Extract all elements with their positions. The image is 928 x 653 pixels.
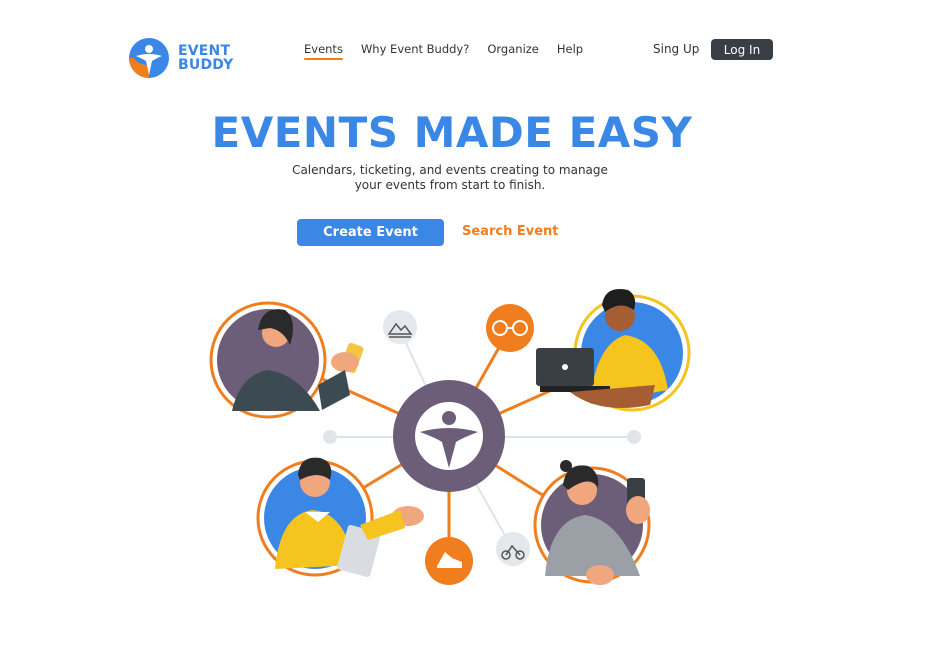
hero-illustration xyxy=(209,289,691,585)
landscape-icon xyxy=(383,310,417,344)
hub-logo xyxy=(393,380,505,492)
node-dot xyxy=(323,430,337,444)
woman-with-phone xyxy=(209,301,364,419)
woman-with-phone-glasses xyxy=(533,460,651,585)
man-with-tablet xyxy=(256,457,424,577)
man-with-laptop xyxy=(536,289,691,412)
running-shoe-icon xyxy=(425,537,473,585)
film-reel-icon xyxy=(486,304,534,352)
motorbike-icon xyxy=(496,532,530,566)
node-dot xyxy=(627,430,641,444)
